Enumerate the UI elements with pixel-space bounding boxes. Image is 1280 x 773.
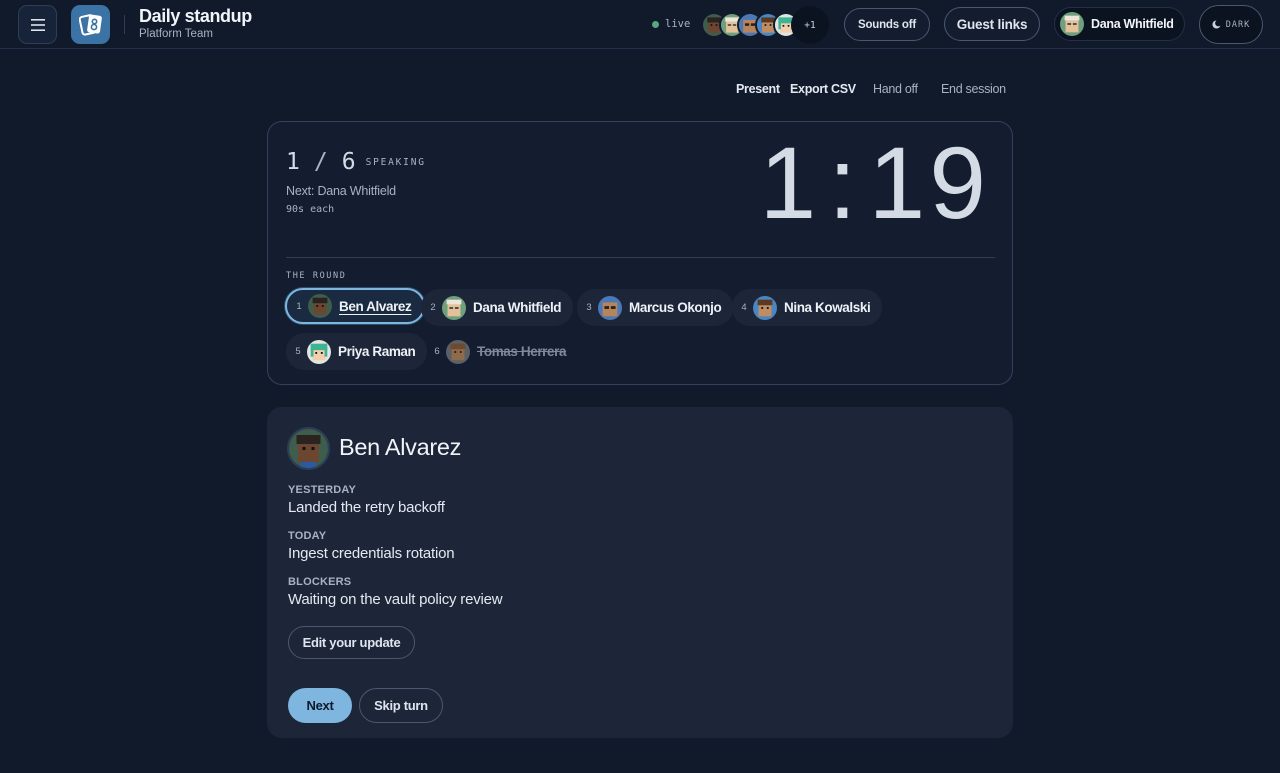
avatar <box>308 294 332 318</box>
timer-card: 1 / 6 SPEAKING Next: Dana Whitfield 90s … <box>267 121 1013 385</box>
hand-off-button[interactable]: Hand off <box>873 82 918 96</box>
round-chip-marcus-okonjo[interactable]: 3 Marcus Okonjo <box>577 289 734 326</box>
present-button[interactable]: Present <box>736 82 780 96</box>
page-title: Daily standup <box>139 6 252 26</box>
round-name: Tomas Herrera <box>477 344 567 359</box>
end-session-button[interactable]: End session <box>941 82 1006 96</box>
live-indicator: live <box>652 18 690 30</box>
speaker-update-card: Ben Alvarez YESTERDAY Landed the retry b… <box>267 407 1013 738</box>
participant-stack[interactable]: +1 <box>701 6 829 44</box>
round-chip-nina-kowalski[interactable]: 4 Nina Kowalski <box>732 289 883 326</box>
today-label: TODAY <box>288 530 327 542</box>
speaker-name: Ben Alvarez <box>339 434 462 460</box>
blockers-text: Waiting on the vault policy review <box>288 591 503 608</box>
avatar <box>442 295 466 320</box>
user-avatar <box>1060 12 1084 36</box>
round-chip-ben-alvarez[interactable]: 1 Ben Alvarez <box>285 288 426 324</box>
current-turn: 1 <box>286 149 300 175</box>
round-index: 4 <box>741 302 747 313</box>
today-text: Ingest credentials rotation <box>288 545 455 562</box>
header-divider <box>124 15 125 34</box>
theme-label: DARK <box>1225 19 1251 30</box>
round-name: Ben Alvarez <box>339 298 412 314</box>
round-index: 2 <box>430 302 436 313</box>
round-chip-tomas-herrera[interactable]: 6 Tomas Herrera <box>425 333 578 370</box>
round-index: 5 <box>295 346 301 357</box>
edit-update-button[interactable]: Edit your update <box>288 626 415 659</box>
blockers-label: BLOCKERS <box>288 576 352 588</box>
moon-icon <box>1212 20 1221 29</box>
user-name: Dana Whitfield <box>1091 17 1174 31</box>
theme-toggle-button[interactable]: DARK <box>1199 5 1263 44</box>
round-index: 6 <box>434 346 440 357</box>
sounds-toggle-button[interactable]: Sounds off <box>844 8 930 41</box>
avatar <box>446 339 470 364</box>
round-name: Dana Whitfield <box>473 300 562 315</box>
live-label: live <box>665 18 691 30</box>
export-csv-button[interactable]: Export CSV <box>790 82 856 96</box>
skip-turn-button[interactable]: Skip turn <box>359 688 443 723</box>
yesterday-label: YESTERDAY <box>288 484 357 496</box>
round-index: 1 <box>296 300 302 312</box>
speaker-avatar <box>287 427 330 470</box>
next-button[interactable]: Next <box>288 688 352 723</box>
round-chip-dana-whitfield[interactable]: 2 Dana Whitfield <box>421 289 574 326</box>
round-name: Priya Raman <box>338 344 416 359</box>
turn-slash: / <box>313 149 328 175</box>
round-name: Nina Kowalski <box>784 300 871 315</box>
menu-button[interactable] <box>18 5 57 44</box>
next-speaker: Next: Dana Whitfield <box>286 184 396 198</box>
cards-logo-icon <box>78 13 102 36</box>
round-name: Marcus Okonjo <box>629 300 722 315</box>
live-dot-icon <box>652 20 659 28</box>
avatar <box>307 339 331 364</box>
avatar <box>598 295 622 320</box>
speaking-label: SPEAKING <box>365 157 426 168</box>
more-participants-count[interactable]: +1 <box>791 6 829 44</box>
total-turns: 6 <box>341 149 356 175</box>
app-logo[interactable] <box>71 5 110 44</box>
title-block: Daily standup Platform Team <box>139 6 252 42</box>
turn-counter: 1 / 6 SPEAKING <box>286 149 426 175</box>
time-per-person: 90s each <box>286 204 335 215</box>
hamburger-icon <box>30 18 45 31</box>
user-menu[interactable]: Dana Whitfield <box>1054 7 1185 41</box>
round-label: THE ROUND <box>286 271 347 281</box>
round-chip-priya-raman[interactable]: 5 Priya Raman <box>286 333 428 370</box>
yesterday-text: Landed the retry backoff <box>288 499 445 516</box>
round-index: 3 <box>586 302 592 313</box>
team-name: Platform Team <box>139 28 213 40</box>
avatar <box>753 295 777 320</box>
guest-links-button[interactable]: Guest links <box>944 7 1040 41</box>
divider <box>286 257 995 258</box>
countdown-timer: 1:19 <box>759 126 990 240</box>
top-bar: Daily standup Platform Team live +1 Soun… <box>0 0 1280 49</box>
